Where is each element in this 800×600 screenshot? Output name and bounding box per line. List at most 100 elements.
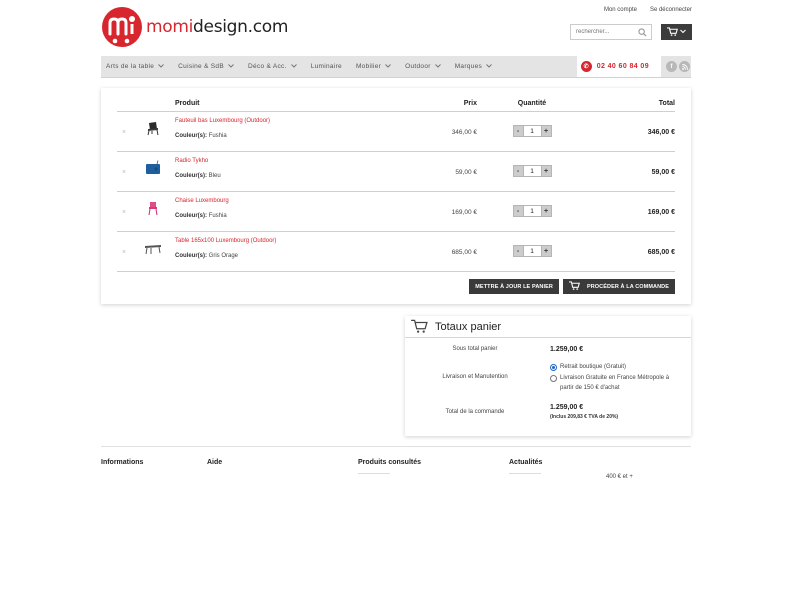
top-links: Mon compte Se déconnecter: [604, 7, 692, 13]
logo-text: momidesign.com: [146, 17, 289, 37]
search-input[interactable]: [571, 25, 635, 39]
vat-note: (Inclus 209,83 € TVA de 20%): [550, 414, 619, 420]
shipping-options: Retrait boutique (Gratuit) Livraison Gra…: [550, 362, 680, 394]
radio-unselected[interactable]: [550, 375, 557, 383]
cart-icon: [410, 319, 429, 335]
product-thumbnail[interactable]: [131, 152, 175, 176]
quantity-plus-button[interactable]: +: [540, 165, 552, 177]
table-row: × Chaise Luxembourg Couleur(s): Fushia 169,…: [117, 192, 675, 232]
product-price: 59,00 €: [455, 169, 477, 176]
nav-item-luminaire[interactable]: Luminaire: [306, 56, 351, 77]
cart-totals-panel: Totaux panier Sous total panier 1.259,00…: [405, 316, 691, 436]
product-thumbnail[interactable]: [131, 192, 175, 216]
quantity-cell: -1 +: [477, 152, 587, 177]
quantity-plus-button[interactable]: +: [540, 125, 552, 137]
nav-item-d-co-acc-[interactable]: Déco & Acc.: [243, 56, 306, 77]
product-thumbnail[interactable]: [131, 112, 175, 136]
quantity-input[interactable]: 1: [523, 245, 541, 257]
quantity-input[interactable]: 1: [523, 165, 541, 177]
rss-icon[interactable]: [679, 61, 690, 72]
line-total: 346,00 €: [647, 129, 675, 136]
nav-item-mobilier[interactable]: Mobilier: [351, 56, 400, 77]
product-name-link[interactable]: Table 165x100 Luxembourg (Outdoor): [175, 238, 365, 244]
product-info: Radio Tykho Couleur(s): Bleu: [175, 152, 365, 179]
nav-item-arts-de-la-table[interactable]: Arts de la table: [101, 56, 173, 77]
line-total: 169,00 €: [647, 209, 675, 216]
product-price: 346,00 €: [451, 129, 477, 136]
quantity-cell: -1 +: [477, 232, 587, 257]
remove-item-button[interactable]: ×: [117, 152, 131, 176]
header-total: Total: [658, 100, 675, 107]
table-row: × Fauteuil bas Luxembourg (Outdoor) Couleu…: [117, 112, 675, 152]
chevron-down-icon: [290, 63, 297, 70]
remove-item-button[interactable]: ×: [117, 232, 131, 256]
chevron-down-icon: [228, 63, 234, 70]
quantity-stepper: -1 +: [512, 125, 552, 137]
order-total-value: 1.259,00 € (Inclus 209,83 € TVA de 20%): [550, 404, 619, 420]
table-row: × Table 165x100 Luxembourg (Outdoor) Coule…: [117, 232, 675, 272]
quantity-input[interactable]: 1: [523, 205, 541, 217]
price-range-filter[interactable]: 400 € et +: [606, 474, 633, 480]
nav-item-marques[interactable]: Marques: [450, 56, 501, 77]
totals-title: Totaux panier: [435, 320, 502, 333]
logout-link[interactable]: Se déconnecter: [650, 7, 692, 13]
footer-divider: [101, 446, 691, 447]
header-price: Prix: [463, 100, 477, 107]
logo[interactable]: momidesign.com: [101, 5, 288, 49]
product-name-link[interactable]: Chaise Luxembourg: [175, 198, 365, 204]
update-cart-button[interactable]: METTRE À JOUR LE PANIER: [469, 279, 559, 294]
subtotal-label: Sous total panier: [452, 346, 498, 352]
checkout-button[interactable]: PROCÉDER À LA COMMANDE: [562, 279, 675, 294]
product-name-link[interactable]: Fauteuil bas Luxembourg (Outdoor): [175, 118, 365, 124]
footer-col-aide: Aide: [207, 459, 223, 466]
main-nav: Arts de la table Cuisine & SdB Déco & Acc.…: [101, 56, 691, 78]
footer-col-produits: Produits consultés: [358, 459, 421, 474]
nav-item-outdoor[interactable]: Outdoor: [400, 56, 450, 77]
product-name-link[interactable]: Radio Tykho: [175, 158, 365, 164]
remove-item-button[interactable]: ×: [117, 192, 131, 216]
social-links: f: [661, 56, 691, 77]
quantity-stepper: -1 +: [512, 205, 552, 217]
quantity-minus-button[interactable]: -: [512, 205, 524, 217]
phone-icon: ✆: [580, 61, 592, 72]
shipping-option-pickup[interactable]: Retrait boutique (Gratuit): [550, 362, 680, 372]
phone-number[interactable]: 02 40 60 84 09: [597, 63, 649, 70]
cart-table: Produit Prix Quantité Total × Fauteuil ba…: [117, 96, 675, 272]
footer-underline: [509, 473, 541, 474]
header-product: Produit: [175, 100, 200, 107]
product-option: Couleur(s): Gris Orage: [175, 253, 239, 259]
product-option: Couleur(s): Fushia: [175, 213, 227, 219]
chevron-down-icon: [486, 63, 492, 70]
remove-item-button[interactable]: ×: [117, 112, 131, 136]
product-thumbnail[interactable]: [131, 232, 175, 256]
facebook-icon[interactable]: f: [666, 61, 677, 72]
cart-icon: [667, 26, 678, 38]
quantity-minus-button[interactable]: -: [512, 125, 524, 137]
product-price: 169,00 €: [451, 209, 477, 216]
subtotal-value: 1.259,00 €: [550, 346, 584, 353]
quantity-plus-button[interactable]: +: [540, 205, 552, 217]
header-quantity: Quantité: [517, 100, 547, 107]
radio-selected[interactable]: [550, 364, 557, 371]
quantity-stepper: -1 +: [512, 165, 552, 177]
shipping-label: Livraison et Manutention: [442, 374, 508, 380]
quantity-input[interactable]: 1: [523, 125, 541, 137]
logo-mark-icon: [101, 6, 143, 48]
quantity-plus-button[interactable]: +: [540, 245, 552, 257]
product-option: Couleur(s): Bleu: [175, 173, 221, 179]
cart-panel: Produit Prix Quantité Total × Fauteuil ba…: [101, 88, 691, 304]
quantity-minus-button[interactable]: -: [512, 165, 524, 177]
cart-table-header: Produit Prix Quantité Total: [117, 96, 675, 112]
totals-header: Totaux panier: [405, 316, 691, 338]
header-cart-button[interactable]: [661, 24, 692, 40]
search-icon[interactable]: [638, 28, 647, 39]
chevron-down-icon: [158, 63, 165, 70]
footer-col-informations: Informations: [101, 459, 144, 466]
table-row: × Radio Tykho Couleur(s): Bleu 59,00 € -1 +59…: [117, 152, 675, 192]
nav-item-cuisine-sdb[interactable]: Cuisine & SdB: [173, 56, 243, 77]
shipping-option-delivery[interactable]: Livraison Gratuite en France Métropole à…: [550, 373, 680, 393]
quantity-minus-button[interactable]: -: [512, 245, 524, 257]
search-box: [570, 24, 652, 40]
my-account-link[interactable]: Mon compte: [604, 7, 637, 13]
quantity-cell: -1 +: [477, 192, 587, 217]
